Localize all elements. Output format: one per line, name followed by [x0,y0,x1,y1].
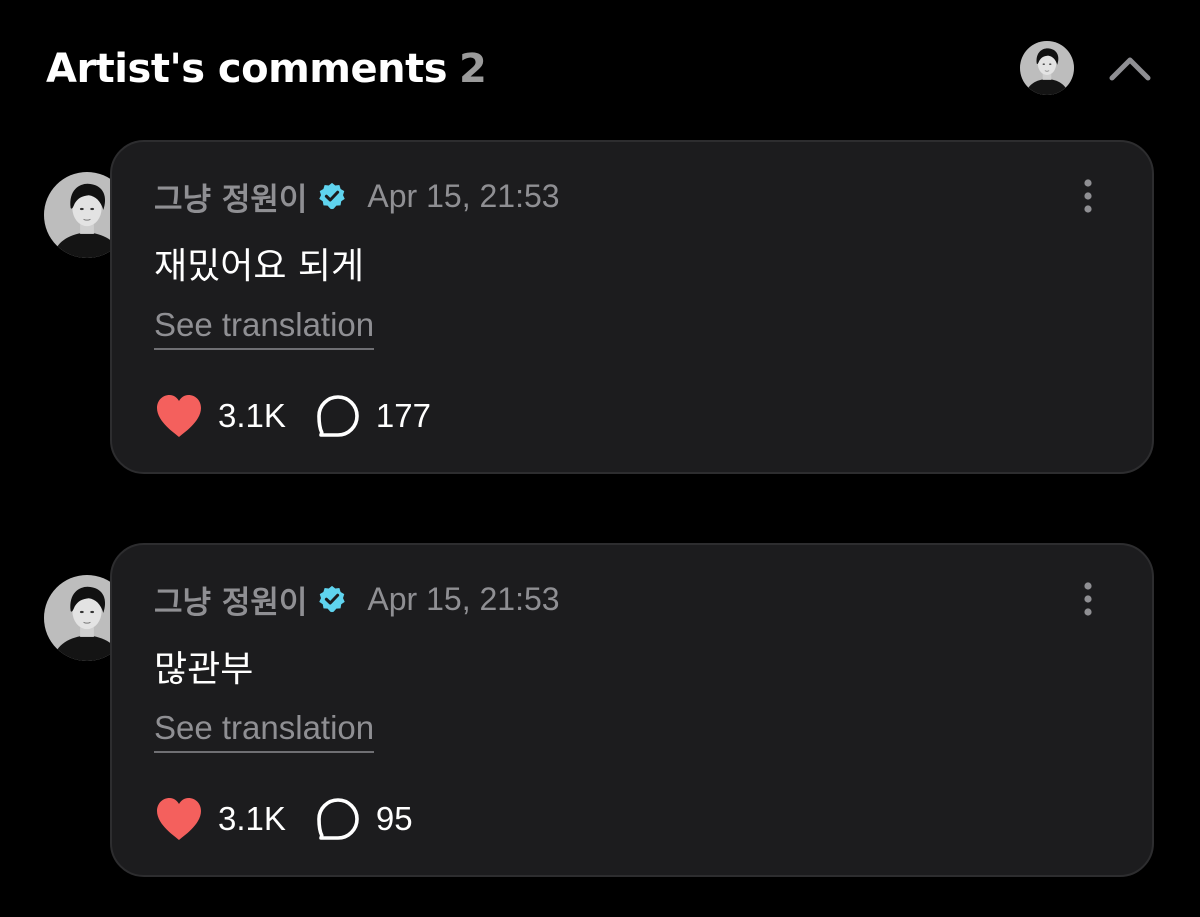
reply-count: 177 [375,397,431,434]
comment-item: 그냥 정원이 Apr 15, 21:53 재밌어요 되게 See transla… [44,140,1156,476]
heart-icon [157,798,201,840]
see-translation-link[interactable]: See translation [154,709,375,753]
chevron-up-icon [1109,57,1151,81]
comment-bubble-icon [317,395,359,437]
more-vertical-icon [1084,179,1092,213]
comment-actions: 3.1K 95 [154,795,413,843]
comment-bubble-icon [317,798,359,840]
comment-count: 2 [459,46,487,92]
comment-meta: 그냥 정원이 Apr 15, 21:53 [154,577,560,622]
section-title-text: Artist's comments [46,46,448,92]
comment-card: 그냥 정원이 Apr 15, 21:53 재밌어요 되게 See transla… [110,140,1154,474]
like-count: 3.1K [218,800,286,837]
like-count: 3.1K [218,397,286,434]
comment-timestamp: Apr 15, 21:53 [367,177,560,214]
more-options-button[interactable] [1074,176,1102,216]
heart-icon [157,395,201,437]
reply-button[interactable]: 177 [316,394,431,438]
see-translation-link[interactable]: See translation [154,306,375,350]
verified-badge-icon [319,182,346,210]
reply-count: 95 [375,800,413,837]
reply-button[interactable]: 95 [316,797,413,841]
author-name[interactable]: 그냥 정원이 [154,577,307,622]
like-button[interactable]: 3.1K [154,393,316,439]
comment-card: 그냥 정원이 Apr 15, 21:53 많관부 See translation… [110,543,1154,877]
artist-avatar[interactable] [1020,41,1074,95]
comment-meta: 그냥 정원이 Apr 15, 21:53 [154,174,560,219]
author-name[interactable]: 그냥 정원이 [154,174,307,219]
collapse-button[interactable] [1106,48,1154,88]
artist-comments-header: Artist's comments 2 [46,38,1154,102]
more-options-button[interactable] [1074,579,1102,619]
comment-text: 많관부 [154,649,254,690]
section-title: Artist's comments 2 [46,46,487,92]
comment-actions: 3.1K 177 [154,392,431,440]
verified-badge-icon [319,585,346,613]
comment-item: 그냥 정원이 Apr 15, 21:53 많관부 See translation… [44,543,1156,879]
like-button[interactable]: 3.1K [154,796,316,842]
comment-timestamp: Apr 15, 21:53 [367,580,560,617]
more-vertical-icon [1084,582,1092,616]
comment-text: 재밌어요 되게 [154,246,365,287]
